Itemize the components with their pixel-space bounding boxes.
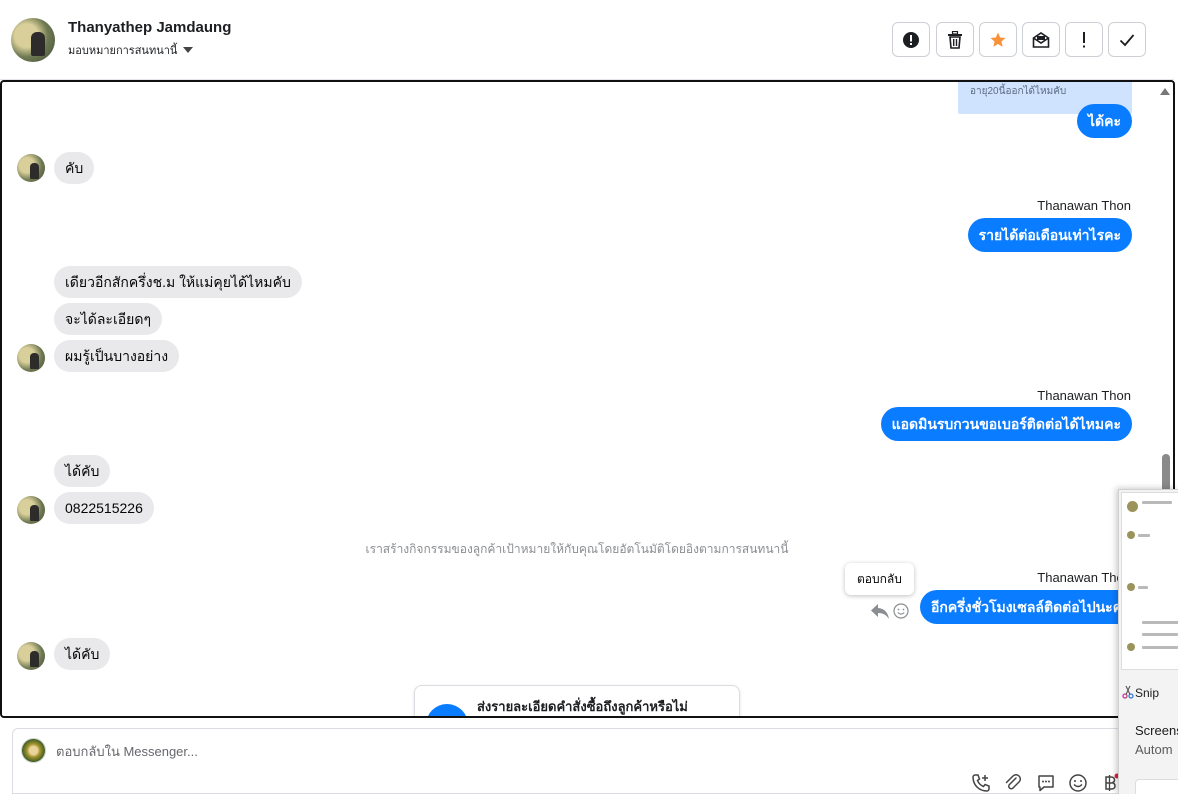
envelope-open-icon [1032,31,1050,48]
reply-icon[interactable] [870,602,890,620]
incoming-message[interactable]: เดียวอีกสักครึ่งช.ม ให้แม่คุยได้ไหมคับ [54,266,302,298]
system-note: เราสร้างกิจกรรมของลูกค้าเป้าหมายให้กับคุ… [365,542,789,556]
incoming-message[interactable]: ได้คับ [54,455,111,487]
saved-replies-icon[interactable] [1036,773,1056,793]
paperclip-icon[interactable] [1003,773,1023,793]
assign-conversation-dropdown[interactable]: มอบหมายการสนทนานี้ [68,41,194,59]
mark-done-button[interactable] [1108,22,1146,57]
page-avatar [21,738,46,763]
snip-action-button[interactable] [1135,779,1178,794]
star-button[interactable] [979,22,1017,57]
reply-tooltip: ตอบกลับ [845,563,914,595]
incoming-message[interactable]: คับ [54,152,95,184]
snip-title: Screens [1135,723,1178,738]
outgoing-message[interactable]: รายได้ต่อเดือนเท่าไรคะ [967,218,1132,252]
alert-circle-icon [903,31,919,48]
contact-avatar-small [17,344,45,372]
incoming-message[interactable]: ได้คับ [54,638,111,670]
star-icon [990,32,1006,47]
snip-subtitle: Autom [1135,742,1173,757]
scroll-up-arrow-icon[interactable] [1160,88,1170,95]
snipping-tool-notification[interactable]: Snip Screens Autom [1118,489,1178,794]
exclamation-icon [1083,31,1085,47]
assign-label: มอบหมายการสนทนานี้ [68,45,178,57]
contact-avatar-small [17,154,45,182]
message-thread[interactable]: อายุ20นี้ออกได้ไหมคับ ได้คะ คับ Thanawan… [0,80,1175,718]
snip-app-name: Snip [1135,686,1160,700]
message-composer [12,728,1122,794]
mark-important-button[interactable] [1065,22,1103,57]
incoming-message[interactable]: ผมรู้เป็นบางอย่าง [54,340,180,372]
contact-avatar-small [17,496,45,524]
incoming-message[interactable]: จะได้ละเอียดๆ [54,303,162,335]
delete-button[interactable] [936,22,974,57]
contact-avatar-small [17,642,45,670]
emoji-icon[interactable] [1068,773,1088,793]
suggestion-text: ส่งรายละเอียดคำสั่งซื้อถึงลูกค้าหรือไม่ [477,699,688,714]
check-icon [1119,33,1135,46]
outgoing-message[interactable]: แอดมินรบกวนขอเบอร์ติดต่อได้ไหมคะ [880,407,1132,441]
reply-input[interactable] [56,741,956,761]
phone-plus-icon[interactable] [971,773,991,793]
suggestion-icon [426,704,468,716]
outgoing-message[interactable]: ได้คะ [1076,104,1132,138]
contact-avatar[interactable] [11,18,55,62]
incoming-message[interactable]: 0822515226 [54,492,154,524]
sender-name: Thanawan Thon [1037,570,1131,585]
trash-icon [948,30,962,49]
caret-down-icon [183,47,194,53]
mark-unread-button[interactable] [1022,22,1060,57]
contact-name[interactable]: Thanyathep Jamdaung [68,19,231,36]
sender-name: Thanawan Thon [1037,388,1131,403]
baht-payment-icon[interactable] [1100,773,1120,793]
snipping-tool-icon [1122,685,1134,699]
mark-spam-button[interactable] [892,22,930,57]
conversation-header: Thanyathep Jamdaung มอบหมายการสนทนานี้ [0,0,1174,80]
order-details-suggestion-card[interactable]: ส่งรายละเอียดคำสั่งซื้อถึงลูกค้าหรือไม่ [414,685,740,716]
sender-name: Thanawan Thon [1037,198,1131,213]
react-emoji-icon[interactable] [893,603,909,619]
screenshot-thumbnail[interactable] [1121,492,1178,670]
